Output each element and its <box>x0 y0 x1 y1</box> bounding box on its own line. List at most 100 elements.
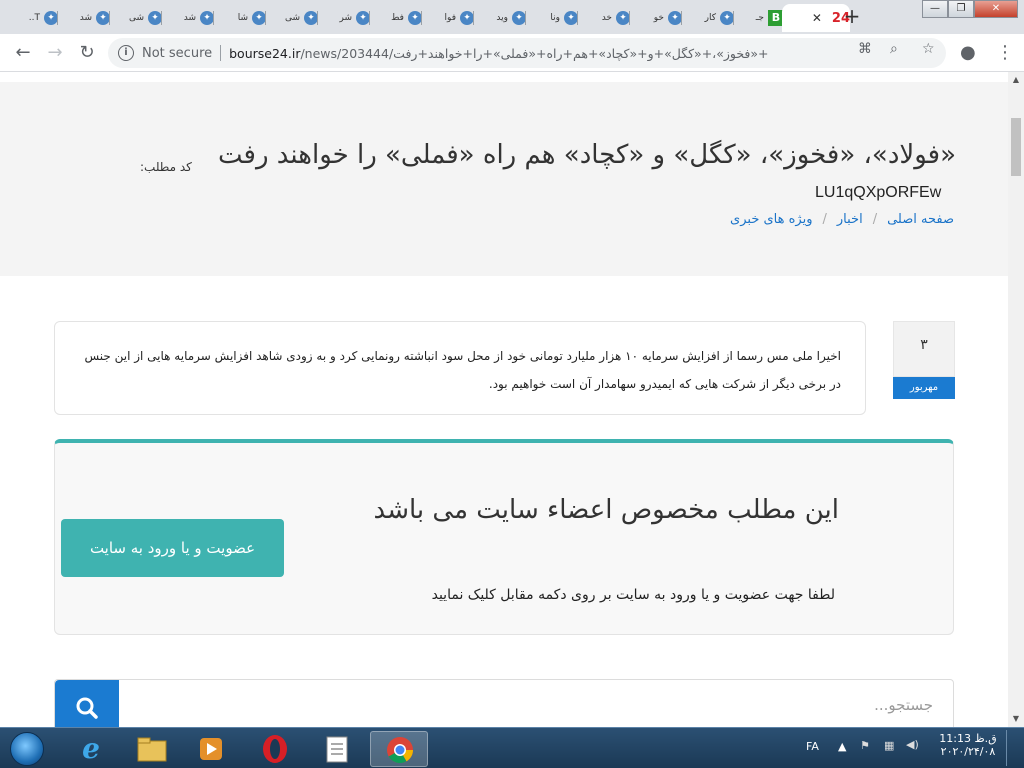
date-day: ۳ <box>893 321 955 377</box>
forward-arrow-icon[interactable]: → <box>44 42 66 64</box>
search-input[interactable]: جستجو... <box>874 696 933 714</box>
clock-time: 11:13 ق.ظ <box>939 732 997 745</box>
chrome-icon <box>387 737 414 764</box>
reload-icon[interactable]: ↻ <box>76 42 98 64</box>
scroll-up-icon[interactable]: ▲ <box>1008 72 1024 88</box>
address-bar[interactable]: i Not secure bourse24.ir/news/203444/فول… <box>108 38 946 68</box>
members-hint: لطفا جهت عضویت و یا ورود به سایت بر روی … <box>431 587 835 603</box>
volume-icon[interactable]: ◀) <box>906 738 919 768</box>
zoom-icon[interactable]: ⌕ <box>890 41 898 57</box>
media-player-icon <box>200 738 222 760</box>
tab-title: فط <box>391 13 404 23</box>
globe-icon: ✦ <box>616 11 630 25</box>
clock[interactable]: 11:13 ق.ظ ۲۰۲۰/۲۴/۰۸ <box>936 732 1000 768</box>
browser-window: ✦ T.. ✦ شد ✦ شی ✦ شد ✦ شا ✦ شی ✦ شر ✦ فط ✦ فوا ✦ و… <box>0 0 1024 768</box>
search-box: جستجو... <box>54 679 954 727</box>
browser-tab[interactable]: ✦ شد <box>164 4 214 32</box>
taskbar-explorer[interactable] <box>122 731 180 767</box>
translate-icon[interactable]: ⌘ <box>858 41 872 57</box>
taskbar-opera[interactable] <box>246 731 304 767</box>
url-host: bourse24.ir <box>229 45 301 61</box>
minimize-button[interactable]: — <box>922 0 948 18</box>
url-path: /news/203444/فولاد»،+«فخوز»،+«کگل»+و+«کچ… <box>300 45 770 61</box>
article-header: «فولاد»، «فخوز»، «کگل» و «کچاد» هم راه «… <box>0 82 1008 276</box>
action-center-flag-icon[interactable]: ⚑ <box>860 739 870 768</box>
browser-tab[interactable]: ✦ فط <box>372 4 422 32</box>
tab-title: خو <box>653 13 664 23</box>
new-tab-button[interactable]: + <box>838 5 866 29</box>
globe-icon: ✦ <box>460 11 474 25</box>
browser-tab[interactable]: ✦ شا <box>216 4 266 32</box>
browser-tab[interactable]: ✦ کار <box>684 4 734 32</box>
menu-dots-icon[interactable]: ⋮ <box>996 42 1014 63</box>
tab-title: کار <box>704 13 716 23</box>
tab-title: شی <box>284 13 300 23</box>
account-icon[interactable]: ● <box>960 42 976 63</box>
browser-tab[interactable]: ✦ وید <box>476 4 526 32</box>
show-hidden-icons-icon[interactable]: ▲ <box>838 740 846 768</box>
browser-toolbar: ← → ↻ i Not secure bourse24.ir/news/2034… <box>0 34 1024 72</box>
browser-tab[interactable]: ✦ T.. <box>8 4 58 32</box>
members-only-box: این مطلب مخصوص اعضاء سایت می باشد لطفا ج… <box>54 439 954 635</box>
tab-strip: ✦ T.. ✦ شد ✦ شی ✦ شد ✦ شا ✦ شی ✦ شر ✦ فط ✦ فوا ✦ و… <box>0 0 1024 34</box>
opera-icon <box>263 735 287 763</box>
globe-icon: ✦ <box>96 11 110 25</box>
date-month: مهر‌بور <box>893 377 955 399</box>
globe-icon: ✦ <box>252 11 266 25</box>
vertical-scrollbar[interactable]: ▲ ▼ <box>1008 72 1024 727</box>
info-icon[interactable]: i <box>118 45 134 61</box>
breadcrumb-separator: / <box>872 212 878 227</box>
back-arrow-icon[interactable]: ← <box>12 42 34 64</box>
window-controls: — ❐ ✕ <box>922 0 1018 20</box>
bookmark-star-icon[interactable]: ☆ <box>922 41 935 57</box>
browser-tab[interactable]: ✦ ونا <box>528 4 578 32</box>
start-button[interactable] <box>2 730 52 768</box>
svg-text:e: e <box>82 732 100 765</box>
breadcrumb-home[interactable]: صفحه اصلی <box>887 212 954 227</box>
browser-tab[interactable]: ✦ شد <box>60 4 110 32</box>
page-title: «فولاد»، «فخوز»، «کگل» و «کچاد» هم راه «… <box>218 140 956 170</box>
tab-title: شی <box>128 13 144 23</box>
browser-tab[interactable]: ✦ خو <box>632 4 682 32</box>
language-indicator[interactable]: FA <box>806 740 819 768</box>
code-label: کد مطلب: <box>140 160 192 174</box>
tab-title: شا <box>237 13 248 23</box>
tab-title: شد <box>183 13 196 23</box>
globe-icon: ✦ <box>668 11 682 25</box>
join-login-button[interactable]: عضویت و یا ورود به سایت <box>61 519 284 577</box>
taskbar: e FA ▲ ⚑ ▦ ◀) 11:13 ق.ظ ۲۰۲۰/۲۴/۰۸ <box>0 727 1024 768</box>
security-label: Not secure <box>142 45 213 61</box>
breadcrumb: صفحه اصلی / اخبار / ویژه های خبری <box>730 212 954 227</box>
taskbar-ie[interactable]: e <box>62 731 120 767</box>
tab-title: T.. <box>28 13 40 23</box>
browser-tab[interactable]: B جـ <box>734 4 784 32</box>
url-text[interactable]: bourse24.ir/news/203444/فولاد»،+«فخوز»،+… <box>229 46 769 61</box>
globe-icon: ✦ <box>200 11 214 25</box>
browser-tab[interactable]: ✦ شی <box>268 4 318 32</box>
browser-tab[interactable]: ✦ فوا <box>424 4 474 32</box>
browser-tab[interactable]: ✦ خد <box>580 4 630 32</box>
network-icon[interactable]: ▦ <box>884 739 894 768</box>
scroll-down-icon[interactable]: ▼ <box>1008 711 1024 727</box>
folder-icon <box>137 737 167 762</box>
close-tab-icon[interactable]: ✕ <box>812 11 822 25</box>
restore-button[interactable]: ❐ <box>948 0 974 18</box>
tab-title: جـ <box>755 13 764 23</box>
breadcrumb-separator: / <box>822 212 827 227</box>
members-headline: این مطلب مخصوص اعضاء سایت می باشد <box>373 495 839 525</box>
show-desktop-button[interactable] <box>1006 730 1022 766</box>
document-icon <box>326 736 348 763</box>
globe-icon: ✦ <box>720 11 734 25</box>
taskbar-media[interactable] <box>182 731 240 767</box>
browser-tab[interactable]: ✦ شی <box>112 4 162 32</box>
tab-title: شر <box>339 13 352 23</box>
scroll-thumb[interactable] <box>1011 118 1021 176</box>
browser-tab[interactable]: ✦ شر <box>320 4 370 32</box>
taskbar-notepad[interactable] <box>308 731 366 767</box>
globe-icon: ✦ <box>44 11 58 25</box>
taskbar-chrome[interactable] <box>370 731 428 767</box>
breadcrumb-news[interactable]: اخبار <box>837 212 863 227</box>
close-window-button[interactable]: ✕ <box>974 0 1018 18</box>
search-button[interactable] <box>55 680 119 727</box>
breadcrumb-special[interactable]: ویژه های خبری <box>730 212 812 227</box>
